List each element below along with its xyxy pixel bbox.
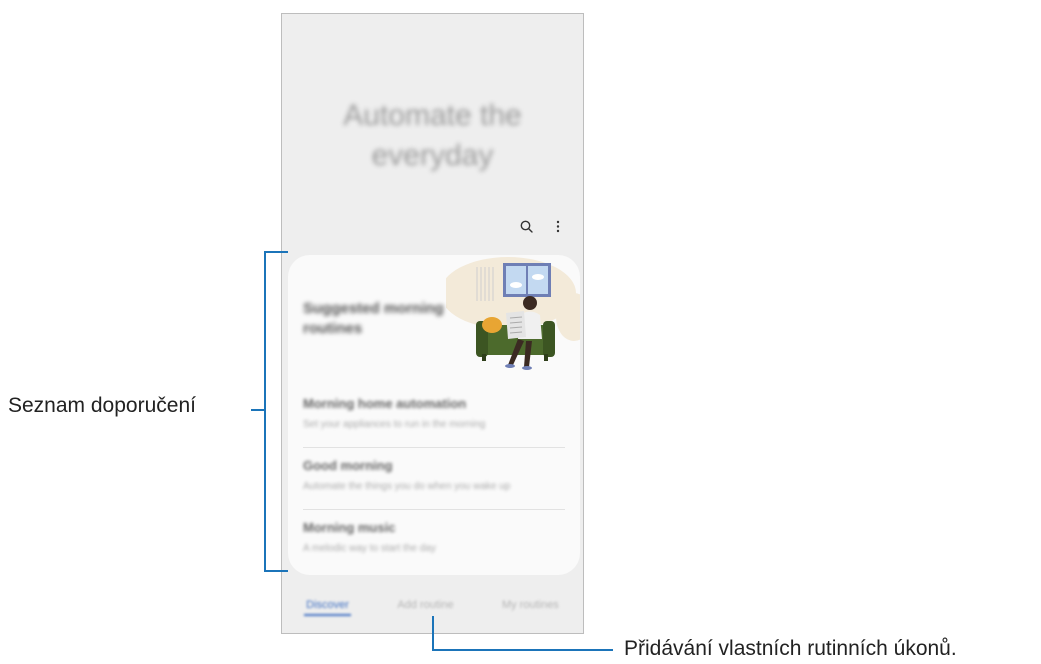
more-vertical-icon[interactable] [549, 217, 567, 235]
list-item-title: Morning home automation [303, 396, 467, 411]
list-item-subtitle: Set your appliances to run in the mornin… [303, 419, 486, 430]
tab-add-routine[interactable]: Add routine [397, 599, 453, 616]
tab-my-routines[interactable]: My routines [502, 599, 559, 616]
top-toolbar [517, 217, 567, 235]
morning-illustration [440, 255, 580, 378]
list-bracket-tick [251, 409, 264, 411]
hero-title: Automate the everyday [282, 96, 583, 176]
hero-title-line2: everyday [371, 139, 494, 172]
list-item-title: Morning music [303, 520, 396, 535]
search-icon[interactable] [517, 217, 535, 235]
add-routine-label: Přidávání vlastních rutinních úkonů. [624, 637, 957, 660]
list-bracket [264, 251, 288, 572]
recommendation-list: Morning home automation Set your applian… [303, 386, 565, 572]
list-item-title: Good morning [303, 458, 393, 473]
tab-discover[interactable]: Discover [304, 599, 351, 616]
phone-screen: Automate the everyday Suggested morning … [281, 13, 584, 634]
card-title: Suggested morning routines [303, 300, 444, 337]
list-item-good-morning[interactable]: Good morning Automate the things you do … [303, 448, 565, 510]
add-routine-callout-line-horizontal [432, 649, 613, 651]
hero-title-line1: Automate the [343, 99, 522, 132]
list-item-subtitle: Automate the things you do when you wake… [303, 481, 511, 492]
recommendation-card[interactable]: Suggested morning routines Morning home … [288, 255, 580, 575]
add-routine-callout-line [432, 616, 434, 651]
list-item-morning-home-automation[interactable]: Morning home automation Set your applian… [303, 386, 565, 448]
recommendation-list-label: Seznam doporučení [8, 394, 196, 417]
list-item-morning-music[interactable]: Morning music A melodic way to start the… [303, 510, 565, 572]
list-item-subtitle: A melodic way to start the day [303, 543, 436, 554]
